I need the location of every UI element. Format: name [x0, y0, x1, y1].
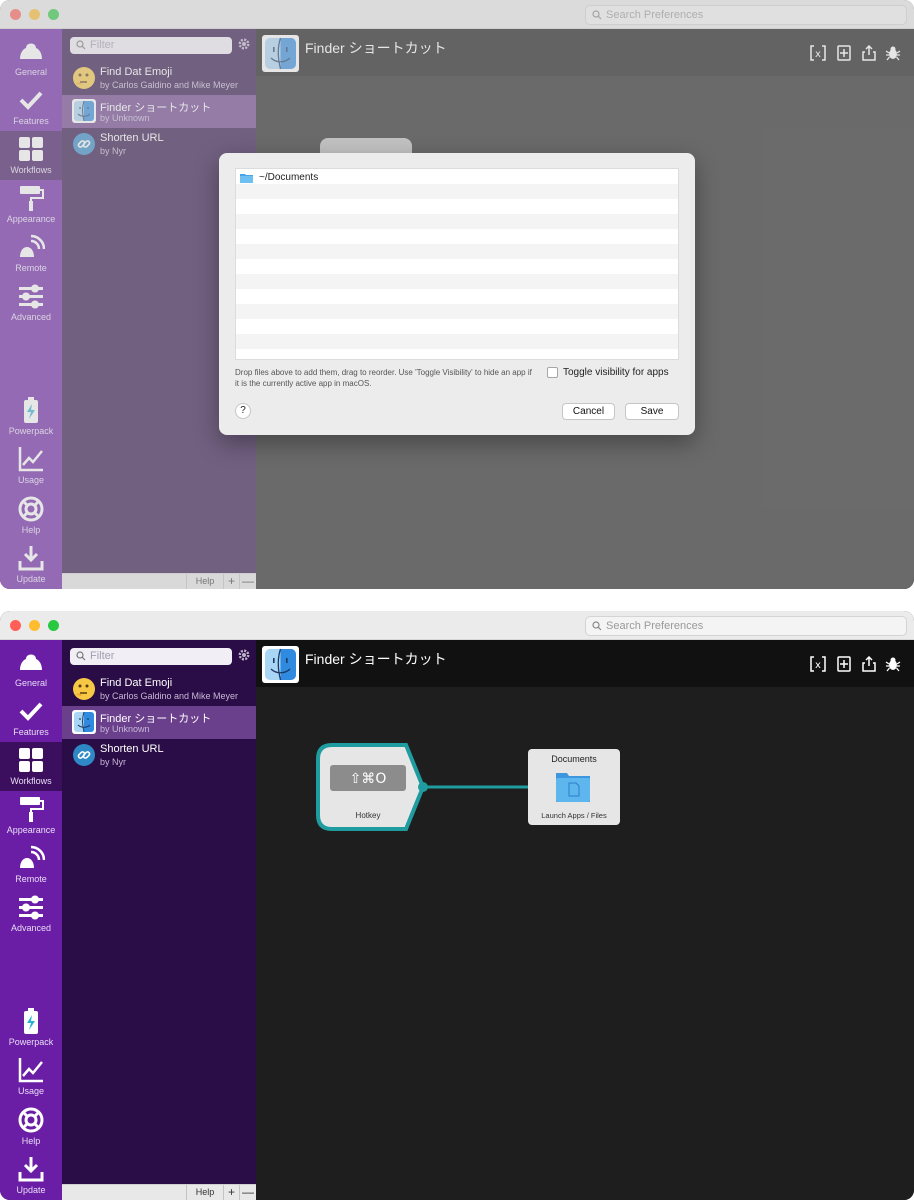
thinking-emoji-icon: [73, 678, 95, 700]
filter-placeholder: Filter: [90, 650, 115, 662]
preferences-window: Search Preferences General Features Work…: [0, 611, 914, 1200]
save-button[interactable]: Save: [625, 403, 679, 420]
remote-icon: [20, 845, 45, 868]
filter-input[interactable]: Filter: [70, 648, 232, 665]
workflow-canvas[interactable]: ⇧⌘O Hotkey Documents Launch Apps / Files: [256, 687, 914, 1200]
gear-icon[interactable]: [237, 648, 251, 662]
folder-icon: [556, 773, 590, 802]
workflow-name: Shorten URL: [100, 743, 164, 755]
link-icon: [73, 744, 95, 766]
search-placeholder: Search Preferences: [606, 620, 704, 632]
title-bar: Search Preferences: [0, 611, 914, 640]
nav-label: Workflows: [10, 776, 52, 786]
svg-text:x: x: [815, 660, 821, 671]
search-preferences-field[interactable]: Search Preferences: [585, 616, 907, 636]
workflow-name: Find Dat Emoji: [100, 677, 173, 689]
toggle-visibility-label[interactable]: Toggle visibility for apps: [563, 367, 669, 378]
output-connector[interactable]: [418, 782, 428, 792]
battery-bolt-icon: [24, 1008, 38, 1034]
file-row: [236, 184, 678, 199]
zoom-window-button[interactable]: [48, 620, 59, 631]
toggle-visibility-checkbox[interactable]: [547, 367, 558, 378]
variables-icon[interactable]: x: [810, 656, 826, 672]
launch-apps-node[interactable]: Documents Launch Apps / Files: [528, 749, 620, 825]
nav-general[interactable]: General: [0, 644, 62, 693]
sheet-instructions: Drop files above to add them, drag to re…: [235, 368, 532, 388]
file-entry[interactable]: ~/Documents: [240, 171, 318, 184]
hotkey-label: Hotkey: [356, 811, 381, 820]
nav-label: General: [14, 678, 48, 688]
nav-usage[interactable]: Usage: [0, 1052, 62, 1101]
nav-help[interactable]: Help: [0, 1102, 62, 1151]
nav-appearance[interactable]: Appearance: [0, 791, 62, 840]
file-row: [236, 244, 678, 259]
nav-label: Update: [16, 1185, 46, 1195]
nav-workflows[interactable]: Workflows: [0, 742, 62, 791]
search-icon: [76, 651, 86, 661]
folder-icon: [240, 173, 253, 183]
file-list[interactable]: ~/Documents: [235, 168, 679, 360]
search-icon: [592, 621, 602, 631]
nav-remote[interactable]: Remote: [0, 840, 62, 889]
workflow-author: by Unknown: [100, 724, 150, 734]
share-icon[interactable]: [861, 656, 877, 672]
nav-label: Appearance: [6, 825, 56, 835]
file-row: [236, 214, 678, 229]
checkmark-icon: [19, 702, 43, 721]
nav-label: Features: [13, 727, 49, 737]
close-window-button[interactable]: [10, 620, 21, 631]
line-chart-icon: [18, 1058, 43, 1083]
hotkey-trigger-node[interactable]: ⇧⌘O Hotkey: [316, 743, 426, 831]
workflow-item-find-dat-emoji[interactable]: Find Dat Emoji by Carlos Galdino and Mik…: [62, 673, 256, 706]
workflow-item-finder-shortcut[interactable]: Finder ショートカット by Unknown: [62, 706, 256, 739]
list-bottom-bar: Help + —: [62, 1184, 256, 1200]
preferences-sidebar: General Features Workflows Appearance Re…: [0, 640, 62, 1200]
workflow-author: by Nyr: [100, 757, 127, 767]
workflow-author: by Carlos Galdino and Mike Meyer: [100, 691, 239, 701]
sliders-icon: [19, 895, 43, 920]
nav-powerpack[interactable]: Powerpack: [0, 1003, 62, 1052]
finder-icon: [262, 646, 299, 683]
paint-roller-icon: [20, 797, 44, 822]
file-list-sheet: ~/Documents Drop files above to add them…: [219, 153, 695, 435]
nav-label: Remote: [15, 874, 47, 884]
new-object-icon[interactable]: [836, 656, 852, 672]
file-row: [236, 274, 678, 289]
window-controls: [10, 620, 59, 631]
hotkey-keys: ⇧⌘O: [350, 771, 387, 787]
nav-update[interactable]: Update: [0, 1151, 62, 1200]
nav-label: Advanced: [10, 923, 52, 933]
workflow-item-shorten-url[interactable]: Shorten URL by Nyr: [62, 739, 256, 772]
finder-icon: [72, 710, 96, 734]
workflow-title: Finder ショートカット: [305, 651, 447, 667]
workflow-list-pane: Filter Find Dat Emoji by Carlos Galdino …: [62, 640, 256, 1200]
workflow-graph: ⇧⌘O Hotkey Documents Launch Apps / Files: [316, 743, 620, 831]
file-path: ~/Documents: [259, 172, 319, 183]
nav-features[interactable]: Features: [0, 693, 62, 742]
workflows-grid-icon: [19, 748, 43, 772]
preferences-window-dimmed: Search Preferences General Features Work…: [0, 0, 914, 589]
bug-icon[interactable]: [885, 656, 901, 672]
nav-label: Powerpack: [8, 1037, 54, 1047]
nav-label: Usage: [17, 1086, 44, 1096]
help-question-button[interactable]: ?: [235, 403, 251, 419]
action-title: Documents: [551, 754, 597, 764]
download-icon: [18, 1157, 44, 1182]
add-workflow-button[interactable]: +: [223, 1185, 239, 1200]
help-button[interactable]: Help: [186, 1185, 223, 1200]
lifebuoy-icon: [18, 1107, 44, 1133]
action-label: Launch Apps / Files: [541, 811, 607, 820]
file-row: [236, 334, 678, 349]
general-icon: [20, 654, 42, 670]
workflow-header: Finder ショートカット x: [256, 640, 914, 687]
minimize-window-button[interactable]: [29, 620, 40, 631]
nav-label: Help: [21, 1136, 41, 1146]
nav-advanced[interactable]: Advanced: [0, 889, 62, 938]
remove-workflow-button[interactable]: —: [239, 1185, 256, 1200]
cancel-button[interactable]: Cancel: [562, 403, 615, 420]
file-row: [236, 304, 678, 319]
